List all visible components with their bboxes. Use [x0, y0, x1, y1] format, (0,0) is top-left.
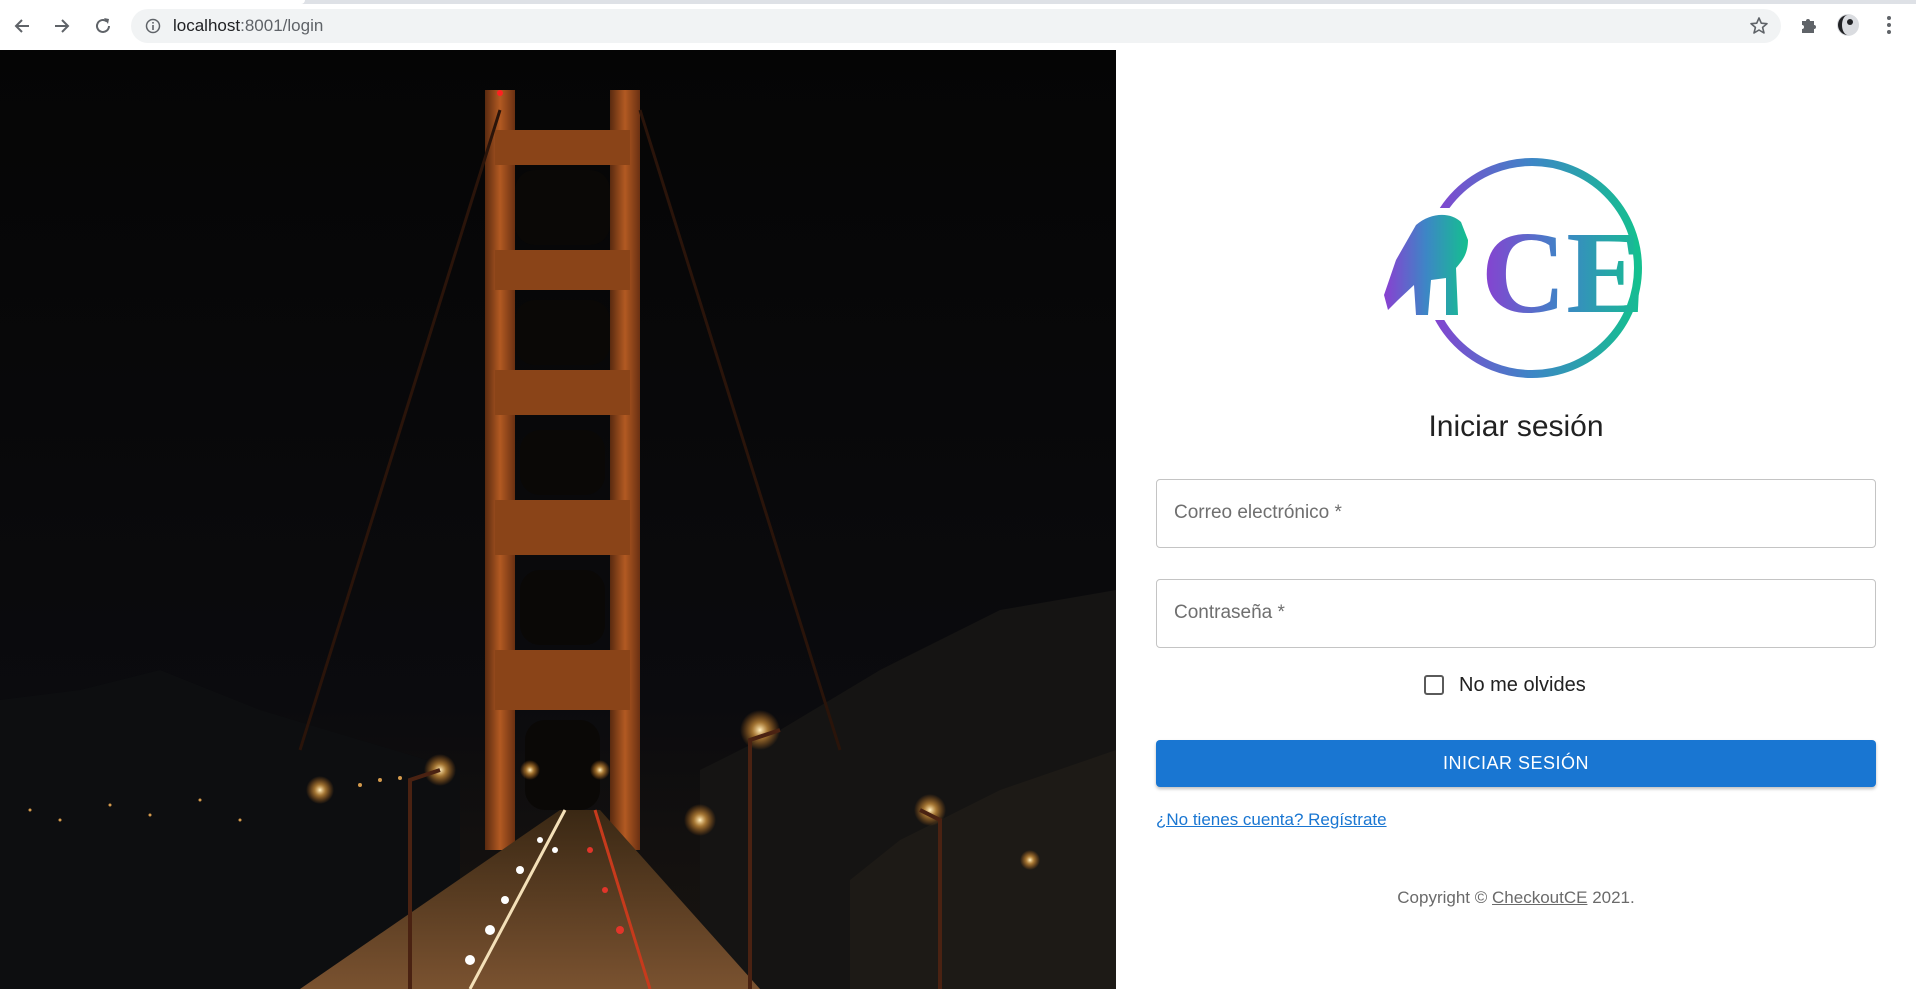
reload-icon[interactable] — [90, 13, 116, 39]
page-title: Iniciar sesión — [1428, 410, 1604, 443]
login-panel: CE Iniciar sesión Correo electrónico * C… — [1116, 50, 1916, 989]
forward-arrow-icon[interactable] — [49, 13, 75, 39]
tab-strip — [0, 0, 1916, 4]
back-arrow-icon[interactable] — [9, 13, 35, 39]
address-bar[interactable]: localhost:8001/login — [131, 9, 1781, 43]
email-field[interactable]: Correo electrónico * — [1156, 479, 1876, 548]
email-placeholder: Correo electrónico * — [1174, 502, 1342, 523]
brand-logo: CE — [1376, 150, 1676, 380]
browser-toolbar: localhost:8001/login — [0, 0, 1916, 51]
signup-link[interactable]: ¿No tienes cuenta? Regístrate — [1156, 810, 1387, 830]
remember-me[interactable]: No me olvides — [1424, 670, 1586, 700]
copyright: Copyright © CheckoutCE 2021. — [1397, 888, 1635, 907]
background-photo-bridge — [0, 50, 1116, 989]
profile-avatar-icon[interactable] — [1836, 13, 1860, 37]
copyright-link[interactable]: CheckoutCE — [1492, 888, 1587, 907]
remember-checkbox[interactable] — [1424, 675, 1444, 695]
url-text[interactable]: localhost:8001/login — [173, 16, 323, 36]
menu-dots-icon[interactable] — [1877, 13, 1901, 37]
extensions-icon[interactable] — [1796, 13, 1820, 37]
password-field[interactable]: Contraseña * — [1156, 579, 1876, 648]
logo-text: CE — [1481, 207, 1645, 338]
remember-label[interactable]: No me olvides — [1459, 674, 1586, 697]
password-placeholder: Contraseña * — [1174, 602, 1285, 623]
star-icon[interactable] — [1749, 16, 1769, 36]
submit-button[interactable]: INICIAR SESIÓN — [1156, 740, 1876, 787]
info-icon[interactable] — [145, 18, 161, 34]
